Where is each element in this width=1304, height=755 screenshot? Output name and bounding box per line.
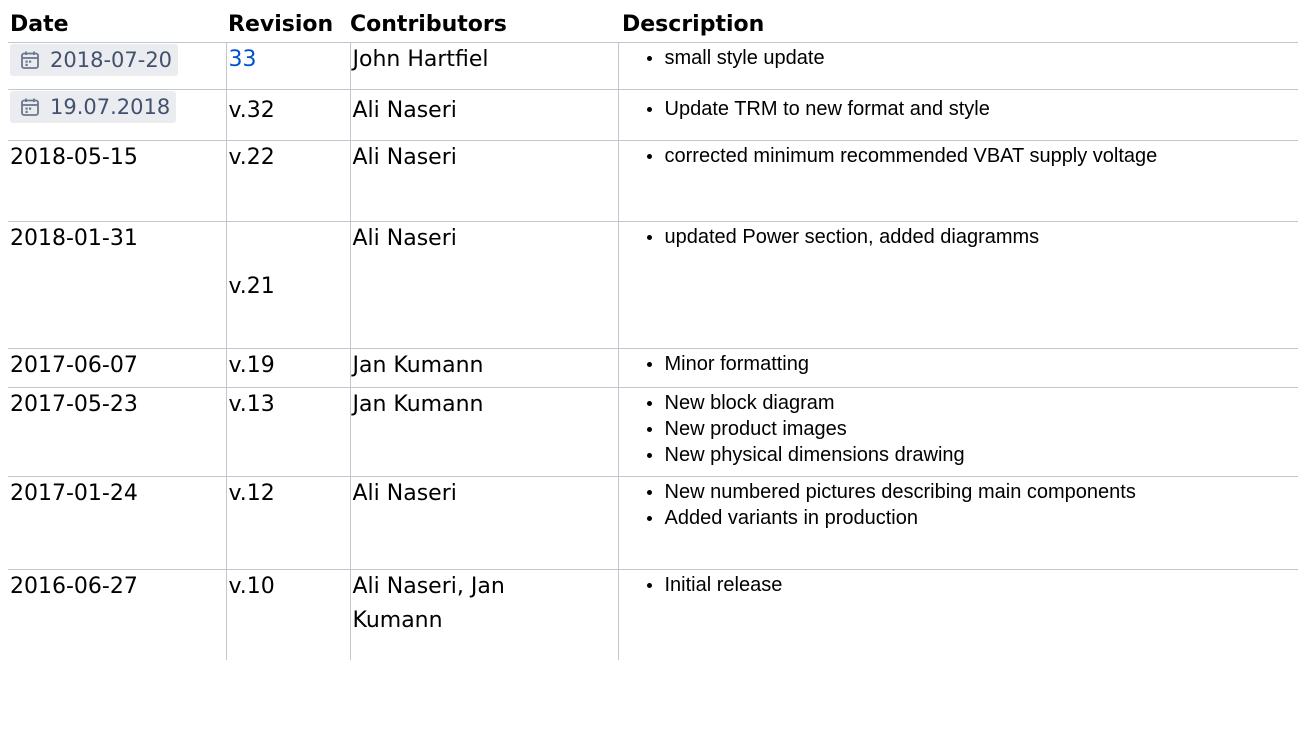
revision-cell: v.32 [225,89,351,141]
contributors-text: Ali Naseri [352,98,457,123]
date-text: 2017-01-24 [10,481,138,506]
revision-text: v.13 [228,392,275,417]
date-text: 2017-06-07 [10,353,138,378]
revision-text: v.10 [228,574,275,599]
table-row: 2017-06-07 v.19 Jan Kumann Minor formatt… [8,348,1299,388]
contributors-cell: John Hartfiel [349,42,619,90]
date-cell: 2016-06-27 [8,569,227,660]
description-list: corrected minimum recommended VBAT suppl… [619,143,1299,169]
date-text: 2018-01-31 [10,226,138,251]
header-description: Description [618,8,1298,43]
list-item: updated Power section, added diagramms [643,224,1299,250]
description-list: Update TRM to new format and style [619,96,1299,122]
contributors-cell: Jan Kumann [349,387,619,477]
table-row: 2018-05-15 v.22 Ali Naseri corrected min… [8,140,1299,222]
list-item: small style update [643,45,1299,71]
date-cell: 2017-05-23 [8,387,227,477]
revision-cell: v.13 [225,387,351,477]
description-cell: New numbered pictures describing main co… [617,476,1299,570]
description-cell: New block diagram New product images New… [617,387,1299,477]
revision-cell: v.10 [225,569,351,660]
revision-cell: v.19 [225,348,351,388]
description-list: small style update [619,45,1299,71]
contributors-cell: Ali Naseri [349,89,619,141]
description-cell: small style update [617,42,1299,90]
date-cell: 2018-01-31 [8,221,227,349]
table-row: 2017-01-24 v.12 Ali Naseri New numbered … [8,476,1299,570]
date-text: 2018-05-15 [10,145,138,170]
date-text: 2017-05-23 [10,392,138,417]
list-item: New numbered pictures describing main co… [643,479,1299,505]
revision-cell: v.21 [225,221,351,349]
revision-text: v.19 [228,353,275,378]
date-text: 19.07.2018 [50,95,171,119]
description-list: Initial release [619,572,1299,598]
description-cell: Update TRM to new format and style [617,89,1299,141]
contributors-text: Jan Kumann [352,353,484,378]
list-item: Minor formatting [643,351,1299,377]
description-cell: corrected minimum recommended VBAT suppl… [617,140,1299,222]
header-row: Date Revision Contributors Description [8,8,1298,43]
header-contributors: Contributors [350,8,618,43]
description-cell: Minor formatting [617,348,1299,388]
revision-cell: v.22 [225,140,351,222]
revision-text: v.12 [228,481,275,506]
revision-cell: 33 [225,42,351,90]
revision-text: v.32 [228,98,275,123]
date-cell: 2017-01-24 [8,476,227,570]
contributors-cell: Ali Naseri [349,140,619,222]
description-cell: updated Power section, added diagramms [617,221,1299,349]
date-lozenge[interactable]: 19.07.2018 [10,91,177,123]
date-text: 2016-06-27 [10,574,138,599]
list-item: New product images [643,416,1299,442]
date-cell: 19.07.2018 [8,89,227,141]
contributors-text: Ali Naseri [352,226,457,251]
description-cell: Initial release [617,569,1299,660]
contributors-text: Ali Naseri, Jan Kumann [352,574,505,633]
list-item: Update TRM to new format and style [643,96,1299,122]
contributors-cell: Ali Naseri [349,221,619,349]
description-list: Minor formatting [619,351,1299,377]
date-text: 2018-07-20 [50,48,173,72]
contributors-text: Ali Naseri [352,145,457,170]
contributors-cell: Ali Naseri, Jan Kumann [349,569,619,660]
contributors-text: Ali Naseri [352,481,457,506]
date-cell: 2018-07-20 [8,42,227,90]
date-lozenge[interactable]: 2018-07-20 [10,44,179,76]
table-row: 2017-05-23 v.13 Jan Kumann New block dia… [8,387,1299,477]
description-list: New block diagram New product images New… [619,390,1299,468]
calendar-icon [21,51,39,69]
contributors-cell: Jan Kumann [349,348,619,388]
date-cell: 2017-06-07 [8,348,227,388]
revision-history-table: Date Revision Contributors Description 2… [8,8,1298,660]
revision-text: v.22 [228,145,275,170]
contributors-text: Jan Kumann [352,392,484,417]
revision-text: v.21 [228,274,275,299]
header-date: Date [8,8,226,43]
list-item: Initial release [643,572,1299,598]
list-item: New physical dimensions drawing [643,442,1299,468]
list-item: Added variants in production [643,505,1299,531]
header-revision: Revision [226,8,350,43]
revision-link[interactable]: 33 [229,47,257,72]
table-row: 2018-01-31 v.21 Ali Naseri updated Power… [8,221,1299,349]
table-row: 19.07.2018 v.32 Ali Naseri Update TRM to… [8,89,1299,141]
revision-cell: v.12 [225,476,351,570]
contributors-text: John Hartfiel [352,47,489,72]
date-cell: 2018-05-15 [8,140,227,222]
list-item: New block diagram [643,390,1299,416]
table-row: 2016-06-27 v.10 Ali Naseri, Jan Kumann I… [8,569,1299,660]
contributors-cell: Ali Naseri [349,476,619,570]
description-list: New numbered pictures describing main co… [619,479,1299,531]
calendar-icon [21,98,39,116]
list-item: corrected minimum recommended VBAT suppl… [643,143,1299,169]
table-row: 2018-07-20 33 John Hartfiel small style … [8,42,1299,90]
description-list: updated Power section, added diagramms [619,224,1299,250]
